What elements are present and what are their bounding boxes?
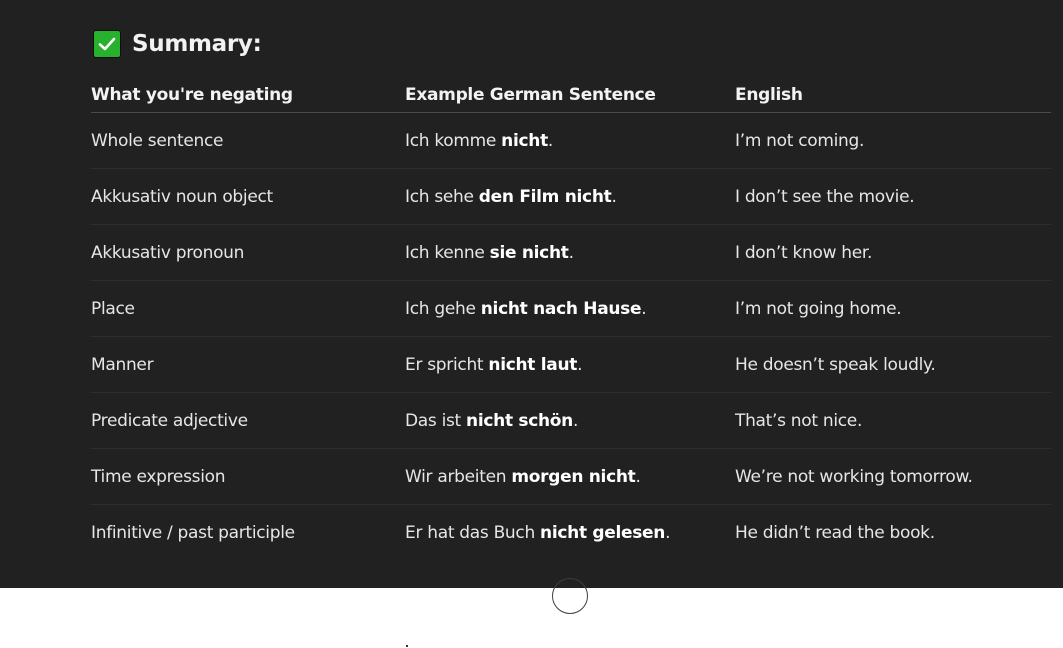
example-negation-text: nicht nach Hause — [480, 298, 642, 319]
example-negation-text: morgen nicht — [511, 466, 636, 487]
cell-english: We’re not working tomorrow. — [735, 448, 1051, 505]
cell-what: Manner — [91, 336, 405, 393]
example-text: . — [572, 410, 579, 431]
table-row: Manner Er spricht nicht laut. He doesn’t s… — [91, 336, 1051, 393]
cell-example: Er spricht nicht laut. — [405, 336, 735, 393]
cell-example: Das ist nicht schön. — [405, 392, 735, 449]
table-row: Akkusativ noun object Ich sehe den Film n… — [91, 168, 1051, 225]
cell-what: Predicate adjective — [91, 392, 405, 449]
cell-example: Ich kenne sie nicht. — [405, 224, 735, 281]
example-negation-text: nicht schön — [466, 410, 573, 431]
example-text: . — [611, 186, 617, 207]
cell-example: Ich gehe nicht nach Hause. — [405, 280, 735, 337]
cell-example: Ich sehe den Film nicht. — [405, 168, 735, 225]
table-row: Infinitive / past participle Er hat das B… — [91, 505, 1051, 561]
cell-english: He didn’t read the book. — [735, 522, 935, 543]
example-text: Ich gehe — [405, 298, 481, 319]
table-row: Time expression Wir arbeiten morgen nicht… — [91, 448, 1051, 505]
example-text: . — [641, 298, 647, 319]
cell-english: I don’t see the movie. — [735, 168, 1051, 225]
example-negation-text: nicht gelesen — [540, 522, 666, 543]
example-text: Ich kenne — [405, 242, 490, 263]
example-negation-text: sie nicht — [489, 242, 569, 263]
summary-heading: Summary: — [93, 29, 262, 59]
cell-what: Whole sentence — [91, 112, 405, 169]
cell-english: I’m not coming. — [735, 112, 1051, 169]
example-negation-text: nicht laut — [488, 354, 578, 375]
cell-example: Wir arbeiten morgen nicht. — [405, 448, 735, 505]
chat-message-panel: Summary: What you're negating Example Ge… — [0, 0, 1063, 614]
page-dot — [406, 645, 408, 647]
example-text: . — [635, 466, 641, 487]
table-row: Predicate adjective Das ist nicht schön. T… — [91, 392, 1051, 449]
cell-what: Time expression — [91, 448, 405, 505]
example-negation-text: den Film nicht — [478, 186, 612, 207]
cell-english: I don’t know her. — [735, 224, 1051, 281]
example-text: Das ist — [405, 410, 467, 431]
example-text: . — [547, 130, 554, 151]
cell-example: Ich komme nicht. — [405, 112, 735, 169]
example-text: Er spricht — [405, 354, 489, 375]
example-negation-text: nicht — [501, 130, 548, 151]
cell-english: He doesn’t speak loudly. — [735, 336, 1051, 393]
scroll-down-icon[interactable] — [552, 578, 588, 614]
cell-what: Place — [91, 280, 405, 337]
cell-english: I’m not going home. — [735, 280, 1051, 337]
summary-title: Summary: — [132, 31, 262, 57]
column-header-what: What you're negating — [91, 78, 405, 113]
example-text: . — [665, 522, 671, 543]
cell-english: That’s not nice. — [735, 392, 1051, 449]
example-text: Er hat das Buch — [405, 522, 541, 543]
table-header-row: What you're negating Example German Sent… — [91, 78, 1051, 113]
cell-what: Akkusativ pronoun — [91, 224, 405, 281]
cell-example: Er hat das Buch nicht gelesen. — [405, 505, 735, 561]
example-text: Ich komme — [405, 130, 502, 151]
column-header-example: Example German Sentence — [405, 78, 735, 113]
table-row: Akkusativ pronoun Ich kenne sie nicht. I d… — [91, 224, 1051, 281]
table-body: Whole sentence Ich komme nicht. I’m not co… — [91, 112, 1051, 561]
example-text: . — [577, 354, 583, 375]
column-header-english: English — [735, 78, 1051, 113]
example-text: Wir arbeiten — [405, 466, 512, 487]
check-mark-icon — [93, 30, 121, 58]
table-row: Place Ich gehe nicht nach Hause. I’m not g… — [91, 280, 1051, 337]
example-text: . — [568, 242, 574, 263]
cell-what: Infinitive / past participle — [91, 522, 295, 543]
table-row: Whole sentence Ich komme nicht. I’m not co… — [91, 112, 1051, 169]
example-text: Ich sehe — [405, 186, 479, 207]
summary-table: What you're negating Example German Sent… — [91, 78, 1051, 560]
cell-what: Akkusativ noun object — [91, 168, 405, 225]
